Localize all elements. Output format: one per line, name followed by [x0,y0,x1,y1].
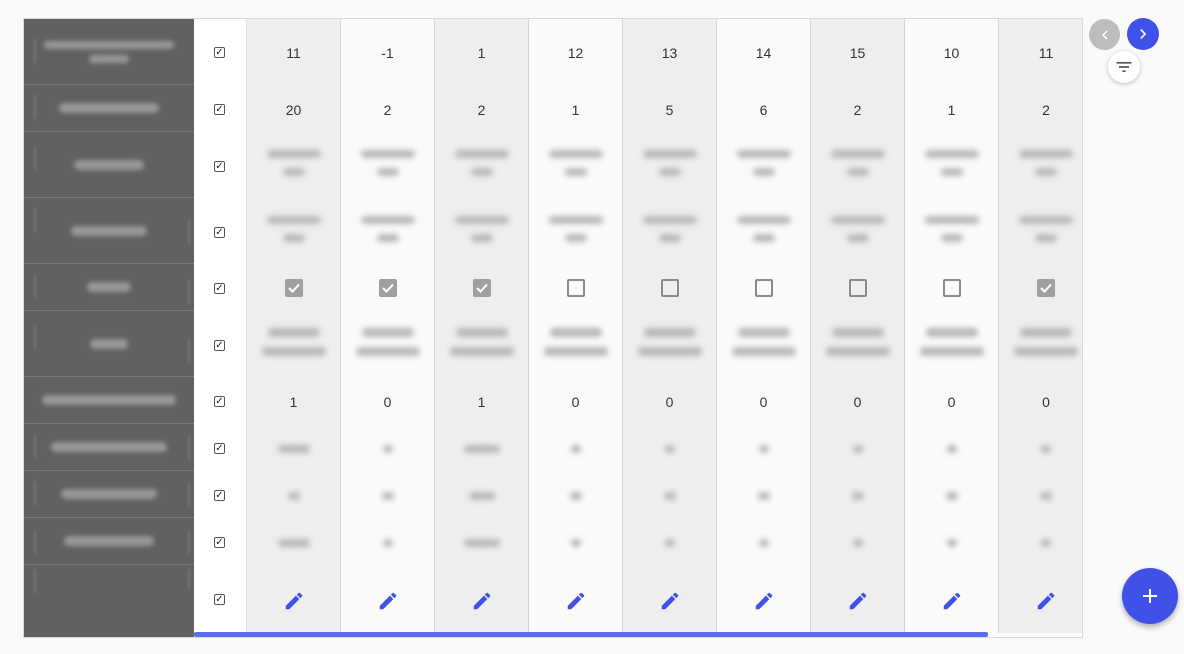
data-column-7: 15 2 0 [811,19,905,633]
cell-row2: 6 [759,102,768,118]
pencil-icon[interactable] [1035,590,1057,612]
row-header-3[interactable] [24,132,194,198]
row-select-checkbox[interactable]: ✓ [214,443,225,454]
cell-row1: -1 [381,45,394,61]
cell-count: 0 [759,394,768,410]
column-checkbox[interactable] [942,279,961,297]
row-header-6[interactable] [24,311,194,377]
next-page-button[interactable] [1127,18,1159,50]
cell-row1: 15 [849,45,866,61]
column-checkbox[interactable] [284,279,303,297]
plus-icon [1143,589,1157,603]
data-column-2: -1 2 0 [341,19,435,633]
cell-row1: 11 [1038,45,1054,61]
cell-row2: 20 [285,102,302,118]
row-select-checkbox[interactable]: ✓ [214,283,225,294]
data-column-9: 11 2 0 [999,19,1082,633]
data-column-6: 14 6 0 [717,19,811,633]
row-header-8[interactable] [24,424,194,471]
cell-row1: 10 [943,45,960,61]
cell-count: 0 [665,394,674,410]
row-select-checkbox[interactable]: ✓ [214,340,225,351]
pencil-icon[interactable] [847,590,869,612]
cell-row1: 1 [477,45,486,61]
row-select-checkbox[interactable]: ✓ [214,396,225,407]
cell-count: 0 [383,394,392,410]
pencil-icon[interactable] [471,590,493,612]
pencil-icon[interactable] [565,590,587,612]
cell-row2: 2 [1042,102,1050,118]
data-column-3: 1 2 1 [435,19,529,633]
row-header-7[interactable] [24,377,194,424]
filter-icon [1116,62,1132,72]
column-checkbox[interactable] [566,279,585,297]
row-select-checkbox[interactable]: ✓ [214,537,225,548]
row-header-2[interactable] [24,85,194,132]
cell-row2: 2 [383,102,392,118]
pencil-icon[interactable] [283,590,305,612]
add-button[interactable] [1122,568,1178,624]
column-checkbox[interactable] [660,279,679,297]
row-header-11 [24,565,194,637]
data-column-8: 10 1 0 [905,19,999,633]
row-select-checkbox[interactable]: ✓ [214,47,225,58]
cell-row2: 1 [947,102,956,118]
row-header-1[interactable] [24,19,194,85]
row-header-5[interactable] [24,264,194,311]
cell-count: 0 [1042,394,1050,410]
cell-count: 1 [477,394,486,410]
cell-row2: 1 [571,102,580,118]
pencil-icon[interactable] [377,590,399,612]
data-grid-card: ✓ ✓ ✓ ✓ ✓ ✓ ✓ ✓ ✓ ✓ ✓ 11 20 1 -1 2 0 1 2… [23,18,1083,638]
pencil-icon[interactable] [659,590,681,612]
cell-row2: 2 [853,102,862,118]
cell-row2: 5 [665,102,674,118]
pencil-icon[interactable] [941,590,963,612]
cell-count: 0 [853,394,862,410]
previous-page-button[interactable] [1089,19,1120,50]
cell-count: 0 [571,394,580,410]
row-header-4[interactable] [24,198,194,264]
cell-row1: 13 [661,45,678,61]
column-checkbox[interactable] [472,279,491,297]
cell-row1: 14 [755,45,772,61]
row-header-sidebar [24,19,194,637]
pencil-icon[interactable] [753,590,775,612]
column-checkbox[interactable] [754,279,773,297]
cell-count: 0 [947,394,956,410]
column-checkbox[interactable] [378,279,397,297]
column-checkbox[interactable] [848,279,867,297]
row-select-checkbox[interactable]: ✓ [214,490,225,501]
cell-count: 1 [289,394,298,410]
chevron-left-icon [1101,30,1108,39]
cell-row1: 11 [286,45,301,61]
row-select-checkbox[interactable]: ✓ [214,104,225,115]
cell-row2: 2 [477,102,486,118]
data-column-1: 11 20 1 [247,19,341,633]
filter-button[interactable] [1108,51,1140,83]
data-column-4: 12 1 0 [529,19,623,633]
row-select-checkbox[interactable]: ✓ [214,227,225,238]
column-checkbox[interactable] [1037,279,1055,297]
row-select-checkbox[interactable]: ✓ [214,594,225,605]
cell-row1: 12 [567,45,584,61]
data-column-5: 13 5 0 [623,19,717,633]
row-select-column: ✓ ✓ ✓ ✓ ✓ ✓ ✓ ✓ ✓ ✓ ✓ [194,19,247,637]
chevron-right-icon [1140,29,1147,39]
row-header-9[interactable] [24,471,194,518]
row-header-10[interactable] [24,518,194,565]
row-select-checkbox[interactable]: ✓ [214,161,225,172]
horizontal-scrollbar[interactable] [194,632,988,637]
